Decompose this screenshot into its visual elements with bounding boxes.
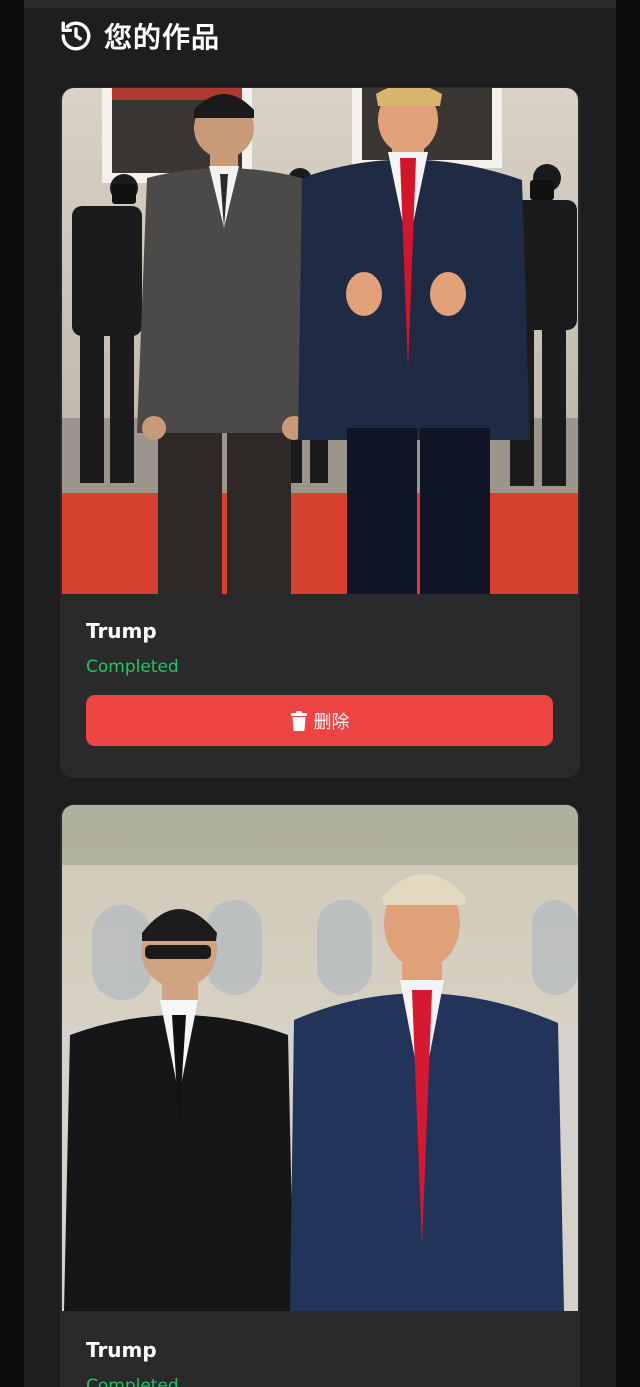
work-image[interactable]: [62, 805, 578, 1311]
history-icon: [58, 18, 94, 54]
app-background: 您的作品 Trump Completed 删除 Trump Completed: [0, 0, 640, 1387]
work-image[interactable]: [62, 88, 578, 594]
work-status: Completed: [86, 1376, 179, 1387]
page-title: 您的作品: [104, 21, 221, 54]
work-status: Completed: [86, 657, 179, 677]
delete-button-label: 删除: [313, 711, 350, 733]
trash-icon: [290, 710, 308, 731]
work-card: Trump Completed 删除: [60, 87, 580, 778]
works-panel: 您的作品 Trump Completed 删除 Trump Completed: [24, 0, 616, 1387]
panel-top-edge: [24, 0, 616, 8]
work-title: Trump: [86, 619, 157, 643]
delete-button[interactable]: 删除: [86, 695, 553, 746]
page-header: 您的作品: [58, 16, 220, 56]
work-card: Trump Completed: [60, 804, 580, 1387]
work-title: Trump: [86, 1338, 157, 1362]
